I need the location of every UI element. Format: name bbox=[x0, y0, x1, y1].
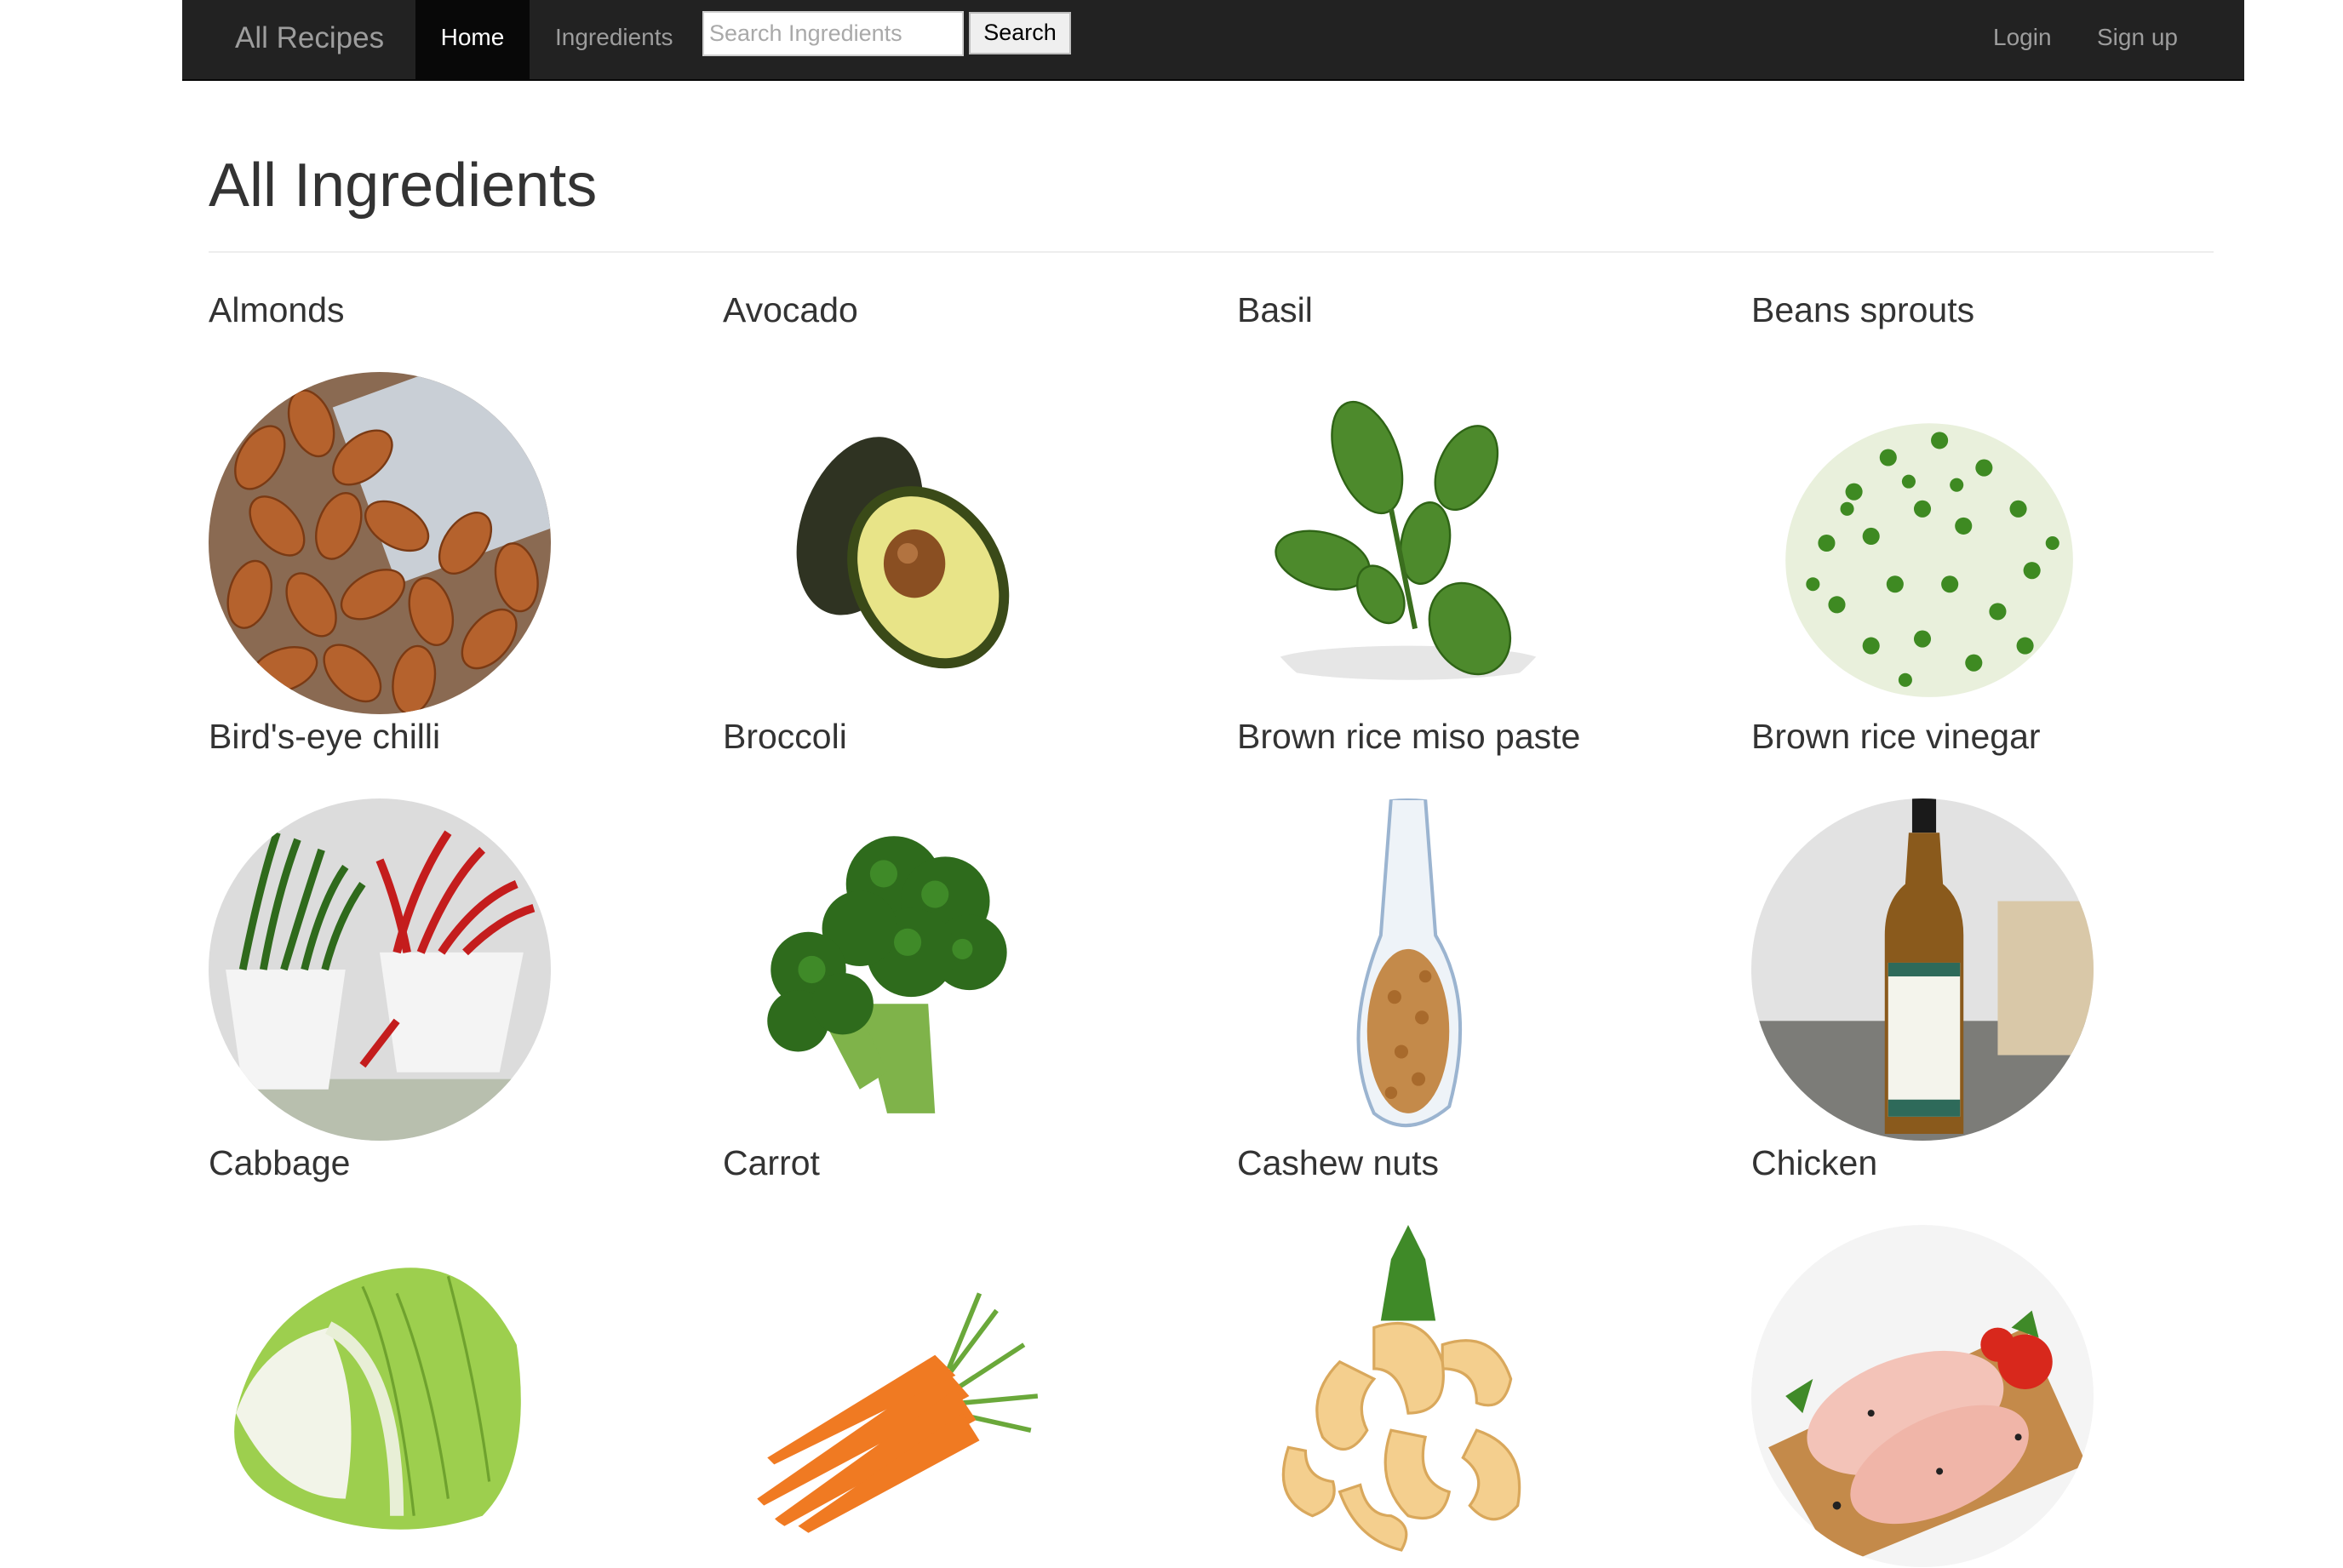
ingredient-card-avocado[interactable]: Avocado bbox=[723, 281, 1237, 714]
avocado-photo[interactable] bbox=[723, 372, 1065, 714]
carrot-photo[interactable] bbox=[723, 1225, 1065, 1567]
ingredient-card-beans-sprouts[interactable]: Beans sprouts bbox=[1751, 281, 2266, 714]
ingredient-card-basil[interactable]: Basil bbox=[1237, 281, 1751, 714]
chilli-photo[interactable] bbox=[209, 798, 551, 1141]
page-title: All Ingredients bbox=[209, 152, 598, 220]
ingredient-name[interactable]: Cabbage bbox=[209, 1139, 350, 1187]
brand-link[interactable]: All Recipes bbox=[235, 0, 384, 81]
ingredient-card-brown-rice-miso-paste[interactable]: Brown rice miso paste bbox=[1237, 707, 1751, 1141]
cabbage-photo[interactable] bbox=[209, 1225, 551, 1567]
nav-ingredients-link[interactable]: Ingredients bbox=[555, 0, 673, 79]
ingredient-card-almonds[interactable]: Almonds bbox=[209, 281, 723, 714]
ingredient-name[interactable]: Cashew nuts bbox=[1237, 1139, 1439, 1187]
basil-photo[interactable] bbox=[1237, 372, 1579, 714]
ingredient-name[interactable]: Basil bbox=[1237, 286, 1313, 334]
cashew-photo[interactable] bbox=[1237, 1225, 1579, 1567]
ingredient-name[interactable]: Chicken bbox=[1751, 1139, 1877, 1187]
ingredient-card-carrot[interactable]: Carrot bbox=[723, 1134, 1237, 1567]
almonds-photo[interactable] bbox=[209, 372, 551, 714]
ingredient-name[interactable]: Beans sprouts bbox=[1751, 286, 1974, 334]
ingredient-name[interactable]: Almonds bbox=[209, 286, 345, 334]
nav-login-link[interactable]: Login bbox=[1993, 0, 2052, 79]
ingredient-card-cashew-nuts[interactable]: Cashew nuts bbox=[1237, 1134, 1751, 1567]
ingredients-grid: Almonds Avocado Basil Beans sprouts Bird… bbox=[209, 281, 2269, 1568]
bean-sprouts-photo[interactable] bbox=[1751, 372, 2094, 714]
broccoli-photo[interactable] bbox=[723, 798, 1065, 1141]
search-button[interactable]: Search bbox=[969, 12, 1071, 54]
top-navbar: All Recipes Home Ingredients Search Logi… bbox=[182, 0, 2244, 81]
nav-signup-link[interactable]: Sign up bbox=[2097, 0, 2178, 79]
ingredient-name[interactable]: Brown rice miso paste bbox=[1237, 712, 1580, 760]
nav-home-link[interactable]: Home bbox=[415, 0, 530, 79]
ingredient-name[interactable]: Bird's-eye chilli bbox=[209, 712, 440, 760]
ingredient-card-birds-eye-chilli[interactable]: Bird's-eye chilli bbox=[209, 707, 723, 1141]
ingredient-card-chicken[interactable]: Chicken bbox=[1751, 1134, 2266, 1567]
miso-paste-photo[interactable] bbox=[1237, 798, 1579, 1141]
ingredient-card-cabbage[interactable]: Cabbage bbox=[209, 1134, 723, 1567]
chicken-photo[interactable] bbox=[1751, 1225, 2094, 1567]
ingredient-name[interactable]: Carrot bbox=[723, 1139, 820, 1187]
ingredient-name[interactable]: Broccoli bbox=[723, 712, 847, 760]
title-divider bbox=[209, 251, 2214, 253]
ingredient-name[interactable]: Brown rice vinegar bbox=[1751, 712, 2041, 760]
ingredient-card-broccoli[interactable]: Broccoli bbox=[723, 707, 1237, 1141]
vinegar-bottle-photo[interactable] bbox=[1751, 798, 2094, 1141]
ingredient-card-brown-rice-vinegar[interactable]: Brown rice vinegar bbox=[1751, 707, 2266, 1141]
ingredient-name[interactable]: Avocado bbox=[723, 286, 858, 334]
search-input[interactable] bbox=[702, 11, 964, 56]
